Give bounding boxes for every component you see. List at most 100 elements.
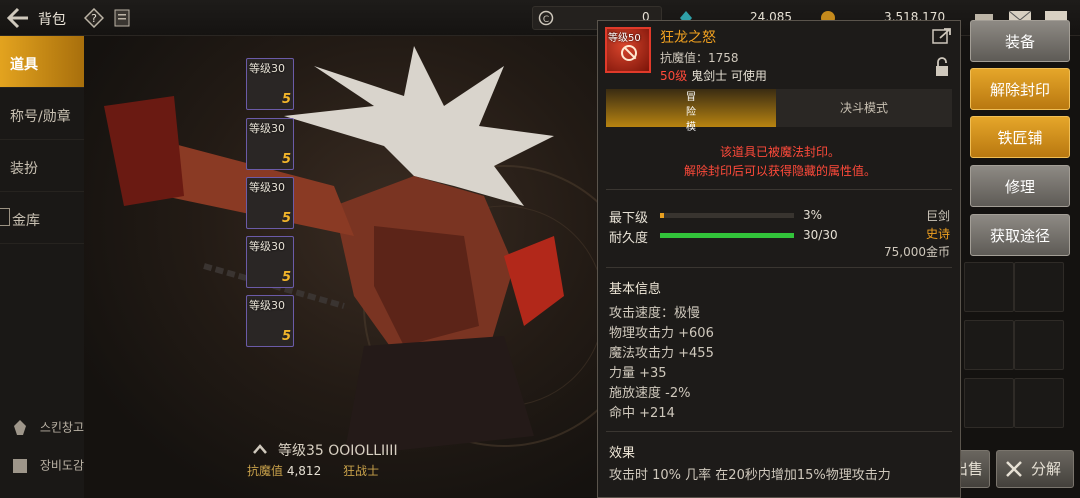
- svg-text:?: ?: [91, 12, 97, 25]
- durability-label: 耐久度: [609, 231, 649, 246]
- unseal-button[interactable]: 解除封印: [970, 68, 1070, 110]
- tab-a-char: 冒: [686, 92, 696, 103]
- sealed-message-2: 解除封印后可以获得隐藏的属性值。: [683, 164, 876, 178]
- item-rarity: 史诗: [925, 227, 950, 241]
- nav-item-outfit[interactable]: 装扮: [0, 140, 84, 192]
- character-level-name: 等级35 OOIOLLIIII: [278, 443, 398, 459]
- slot-level: 等级30: [249, 62, 285, 75]
- slot-level: 等级30: [249, 181, 285, 194]
- slot-badge: 5: [281, 92, 291, 107]
- left-nav: 道具 称号/勋章 装扮 金库 스킨창고 장비도감: [0, 36, 84, 498]
- slot-badge: 5: [281, 329, 291, 344]
- equip-button[interactable]: 装备: [970, 20, 1070, 62]
- equipment-codex-link[interactable]: 장비도감: [10, 456, 84, 476]
- grade-label: 最下级: [609, 211, 649, 226]
- attribute-line: 施放速度 -2%: [609, 386, 691, 401]
- codex-label: 장비도감: [39, 458, 84, 473]
- grid-cell[interactable]: [964, 320, 1014, 370]
- nav-label: 金库: [12, 213, 40, 229]
- effect-title: 效果: [609, 446, 636, 461]
- slot-level: 等级30: [249, 299, 285, 312]
- nav-item-items[interactable]: 道具: [0, 36, 84, 88]
- item-price: 75,000金币: [884, 245, 950, 259]
- repair-button[interactable]: 修理: [970, 165, 1070, 207]
- req-class: 鬼剑士 可使用: [687, 69, 767, 83]
- attribute-line: 物理攻击力 +606: [609, 326, 714, 341]
- durability-value: 30/30: [803, 228, 838, 242]
- skin-storage-icon: [14, 420, 26, 435]
- page-title: 背包: [38, 12, 66, 28]
- item-requirement: 50级 鬼剑士 可使用: [660, 67, 767, 84]
- slot-level: 等级30: [249, 240, 285, 253]
- lock-icon[interactable]: [934, 57, 950, 77]
- nav-label: 装扮: [10, 161, 38, 177]
- item-icon: 等级50: [605, 27, 651, 73]
- chevron-up-icon[interactable]: [252, 444, 268, 454]
- attribute-line: 命中 +214: [609, 406, 675, 421]
- effect-text: 攻击时 10% 几率 在20秒内增加15%物理攻击力: [609, 468, 891, 483]
- slot-badge: 5: [281, 270, 291, 285]
- item-tooltip: 等级50 狂龙之怒 抗魔值：1758 50级 鬼剑士 可使用 冒 险 模 决斗模…: [597, 20, 961, 498]
- nav-item-titles[interactable]: 称号/勋章: [0, 88, 84, 140]
- coin-c-icon: C: [538, 10, 554, 26]
- blacksmith-button[interactable]: 铁匠铺: [970, 116, 1070, 158]
- inventory-slot-3[interactable]: 等级30 5: [246, 177, 294, 229]
- slot-badge: 5: [281, 152, 291, 167]
- attribute-line: 力量 +35: [609, 366, 667, 381]
- skin-storage-link[interactable]: 스킨창고: [10, 418, 84, 438]
- divider: [606, 267, 952, 268]
- attribute-line: 攻击速度：极慢: [609, 306, 701, 321]
- divider: [606, 189, 952, 190]
- sealed-ban-icon: [621, 45, 637, 61]
- slot-level: 等级30: [249, 122, 285, 135]
- power-value: 4,812: [286, 464, 322, 478]
- back-arrow-icon[interactable]: [6, 7, 30, 29]
- obtain-route-button[interactable]: 获取途径: [970, 214, 1070, 256]
- inventory-slot-4[interactable]: 等级30 5: [246, 236, 294, 288]
- help-icon[interactable]: ?: [84, 8, 104, 28]
- nav-item-vault[interactable]: 金库: [0, 192, 84, 244]
- mode-tabs: 冒 险 模 决斗模式: [606, 89, 952, 133]
- durability-bar: [660, 233, 794, 238]
- codex-icon: [13, 459, 27, 473]
- disassemble-icon: [1006, 461, 1022, 477]
- item-type: 巨剑: [925, 209, 950, 223]
- attribute-line: 魔法攻击力 +455: [609, 346, 714, 361]
- grade-bar: [660, 213, 794, 218]
- class-name: 狂战士: [343, 464, 380, 478]
- grade-value: 3%: [803, 208, 823, 222]
- item-icon-level: 等级50: [608, 33, 641, 44]
- share-icon[interactable]: [932, 27, 952, 45]
- grid-cell[interactable]: [1014, 320, 1064, 370]
- inventory-slot-5[interactable]: 等级30 5: [246, 295, 294, 347]
- grid-cell[interactable]: [964, 262, 1014, 312]
- sealed-message-1: 该道具已被魔法封印。: [719, 145, 840, 159]
- power-label: 抗魔值: [247, 464, 284, 478]
- item-power: 抗魔值：1758: [660, 51, 739, 65]
- tab-a-char: 险: [686, 107, 696, 118]
- grade-bar-fill: [660, 213, 665, 218]
- nav-label: 称号/勋章: [10, 109, 71, 125]
- req-level: 50级: [660, 69, 688, 83]
- item-name: 狂龙之怒: [660, 30, 716, 46]
- tab-duel-mode[interactable]: 决斗模式: [776, 89, 952, 127]
- disassemble-button[interactable]: 分解: [996, 450, 1074, 488]
- character-sub-info: 抗魔值 4,812 狂战士: [247, 462, 379, 479]
- tab-a-char: 模: [686, 122, 696, 133]
- tab-adventure-mode[interactable]: 冒 险 模: [606, 89, 776, 133]
- grid-cell[interactable]: [964, 378, 1014, 428]
- nav-label: 道具: [10, 57, 38, 73]
- inventory-slot-2[interactable]: 等级30 5: [246, 118, 294, 170]
- book-icon[interactable]: [113, 8, 131, 28]
- svg-text:C: C: [543, 15, 549, 25]
- skin-storage-label: 스킨창고: [39, 420, 84, 435]
- lock-mark-icon: [0, 208, 10, 226]
- inventory-slot-1[interactable]: 等级30 5: [246, 58, 294, 110]
- grid-cell[interactable]: [1014, 378, 1064, 428]
- character-art: 等级30 5 等级30 5 等级30 5 等级30 5 等级30 5 等级35 …: [84, 36, 600, 498]
- durability-bar-fill: [660, 233, 794, 238]
- divider: [606, 431, 952, 432]
- grid-cell[interactable]: [1014, 262, 1064, 312]
- character-illustration: [104, 46, 600, 456]
- basic-info-title: 基本信息: [609, 282, 662, 297]
